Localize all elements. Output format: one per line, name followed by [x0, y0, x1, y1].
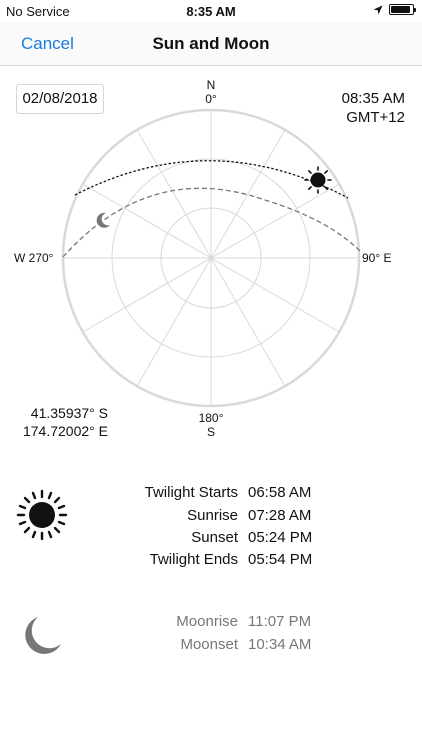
moonrise-label: Moonrise [176, 613, 238, 630]
twilight-ends-value: 05:54 PM [248, 551, 313, 568]
moon-event-row: Moonset 10:34 AM [120, 636, 324, 658]
twilight-ends-label: Twilight Ends [149, 551, 238, 568]
sunset-value: 05:24 PM [248, 529, 313, 546]
battery-fill [391, 6, 411, 13]
date-field[interactable]: 02/08/2018 [16, 84, 104, 114]
status-indicators [373, 4, 416, 15]
location-arrow-icon [373, 5, 383, 14]
sun-icon [16, 489, 68, 541]
twilight-starts-label: Twilight Starts [144, 484, 238, 501]
longitude-label: 174.72002° E [22, 423, 108, 439]
compass-west-label: W 270° [14, 251, 54, 265]
sun-event-row: Twilight Ends 05:54 PM [120, 551, 324, 573]
sun-position-marker [304, 166, 332, 194]
compass-north-label: N [206, 78, 216, 92]
sun-event-row: Sunrise 07:28 AM [120, 507, 324, 529]
battery-icon [389, 4, 416, 15]
moonset-label: Moonset [180, 636, 238, 653]
sunset-label: Sunset [191, 529, 238, 546]
compass-east-label: 90° E [362, 251, 392, 265]
compass-north-degrees: 0° [205, 92, 217, 106]
moonset-value: 10:34 AM [248, 636, 312, 653]
moonrise-value: 11:07 PM [248, 613, 312, 630]
plot-grid [61, 108, 361, 408]
moon-icon [25, 617, 61, 654]
compass-south-degrees: 180° [198, 411, 224, 425]
compass-south-label: S [206, 425, 215, 439]
status-bar: No Service 8:35 AM [0, 0, 422, 22]
navigation-bar: Cancel Sun and Moon [0, 22, 422, 66]
sun-event-row: Twilight Starts 06:58 AM [120, 484, 324, 506]
latitude-label: 41.35937° S [30, 405, 108, 421]
location-coordinates: 41.35937° S 174.72002° E [20, 404, 108, 440]
page-title: Sun and Moon [152, 34, 270, 53]
sky-plot [61, 108, 363, 408]
azimuth-spokes [63, 110, 359, 406]
sun-event-row: Sunset 05:24 PM [120, 529, 324, 551]
status-time: 8:35 AM [186, 4, 236, 19]
moon-position-marker [96, 212, 110, 228]
time-label: 08:35 AM [341, 90, 405, 107]
moon-event-row: Moonrise 11:07 PM [120, 613, 324, 635]
sunrise-value: 07:28 AM [248, 507, 312, 524]
timezone-label: GMT+12 [346, 109, 405, 126]
twilight-starts-value: 06:58 AM [248, 484, 312, 501]
sunrise-label: Sunrise [187, 507, 238, 524]
